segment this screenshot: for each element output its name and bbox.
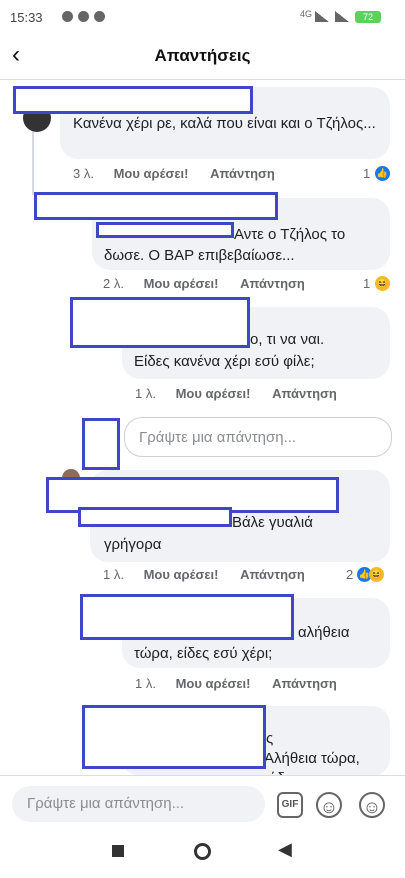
reaction-count: 1 xyxy=(363,276,371,291)
comment-actions: 1 λ. Μου αρέσει! Απάντηση xyxy=(135,676,395,691)
comment-text-line2: δωσε. Ο ΒΑΡ επιβεβαίωσε... xyxy=(104,247,295,264)
redaction-box xyxy=(70,297,250,348)
comment-text-line2: Αλήθεια τώρα, xyxy=(264,750,360,767)
signal-icon-2 xyxy=(335,11,349,22)
reply-button[interactable]: Απάντηση xyxy=(210,166,275,181)
status-time: 15:33 xyxy=(10,10,43,25)
signal-icon xyxy=(315,11,329,22)
reply-input[interactable]: Γράψτε μια απάντηση... xyxy=(124,417,392,457)
like-button[interactable]: Μου αρέσει! xyxy=(144,276,219,291)
comment-time: 1 λ. xyxy=(103,567,124,582)
haha-reaction-icon: 😆 xyxy=(369,567,384,582)
thread-line xyxy=(32,125,34,195)
redaction-box xyxy=(82,418,120,470)
redaction-box xyxy=(34,192,278,220)
like-button[interactable]: Μου αρέσει! xyxy=(176,676,251,691)
sticker-icon[interactable]: ☺ xyxy=(316,792,342,818)
comment-time: 1 λ. xyxy=(135,676,156,691)
facebook-icon xyxy=(94,11,105,22)
reaction-count: 1 xyxy=(363,166,371,181)
comment-composer: Γράψτε μια απάντηση... GIF ☺ ☺ xyxy=(0,775,405,831)
bottom-reply-input[interactable]: Γράψτε μια απάντηση... xyxy=(12,786,265,822)
like-button[interactable]: Μου αρέσει! xyxy=(114,166,189,181)
comment-text-line1: Αντε ο Τζήλος το xyxy=(234,226,346,243)
like-reaction-icon: 👍 xyxy=(375,166,390,181)
reply-button[interactable]: Απάντηση xyxy=(240,567,305,582)
battery-icon: 72 xyxy=(355,11,381,23)
haha-reaction-icon: 😆 xyxy=(375,276,390,291)
reply-input-placeholder: Γράψτε μια απάντηση... xyxy=(139,429,297,446)
comment-text: αλήθεια xyxy=(298,624,350,641)
comment-actions: 3 λ. Μου αρέσει! Απάντηση 1 👍 xyxy=(73,166,393,181)
moon-icon xyxy=(62,11,73,22)
comment-text: ο, τι να ναι. xyxy=(250,331,325,348)
messenger-icon xyxy=(78,11,89,22)
like-button[interactable]: Μου αρέσει! xyxy=(144,567,219,582)
back-nav-icon[interactable]: ◀ xyxy=(278,839,292,860)
comment-actions: 2 λ. Μου αρέσει! Απάντηση 1 😆 xyxy=(103,276,393,291)
gif-icon[interactable]: GIF xyxy=(277,792,303,818)
reply-button[interactable]: Απάντηση xyxy=(272,676,337,691)
comment-text: ς xyxy=(266,730,274,747)
redaction-box xyxy=(13,86,253,114)
reply-button[interactable]: Απάντηση xyxy=(240,276,305,291)
comment-time: 3 λ. xyxy=(73,166,94,181)
home-icon[interactable] xyxy=(194,843,211,860)
redaction-box xyxy=(78,507,232,527)
comment-time: 1 λ. xyxy=(135,386,156,401)
comment-time: 2 λ. xyxy=(103,276,124,291)
comment-actions: 1 λ. Μου αρέσει! Απάντηση 2 👍 😆 xyxy=(103,567,393,582)
comment-text-line2: Είδες κανένα χέρι εσύ φίλε; xyxy=(134,353,315,370)
recents-icon[interactable] xyxy=(112,845,124,857)
comment-text-line2: γρήγορα xyxy=(104,536,162,553)
reply-button[interactable]: Απάντηση xyxy=(272,386,337,401)
comment-text: Κανένα χέρι ρε, καλά που είναι και ο Τζή… xyxy=(73,115,376,132)
header: ‹ Απαντήσεις xyxy=(0,36,405,80)
comment-text-line2: τώρα, είδες εσύ χέρι; xyxy=(134,645,273,662)
like-button[interactable]: Μου αρέσει! xyxy=(176,386,251,401)
comment-actions: 1 λ. Μου αρέσει! Απάντηση xyxy=(135,386,395,401)
redaction-box xyxy=(80,594,294,640)
reaction-count: 2 xyxy=(346,567,354,582)
emoji-icon[interactable]: ☺ xyxy=(359,792,385,818)
status-bar: 15:33 4G 72 xyxy=(0,0,405,36)
network-type: 4G xyxy=(300,9,313,19)
redaction-box xyxy=(96,222,234,238)
redaction-box xyxy=(82,705,266,769)
page-title: Απαντήσεις xyxy=(154,46,251,65)
comment-text: Βάλε γυαλιά xyxy=(232,514,313,531)
android-nav-bar: ◀ xyxy=(0,831,405,878)
